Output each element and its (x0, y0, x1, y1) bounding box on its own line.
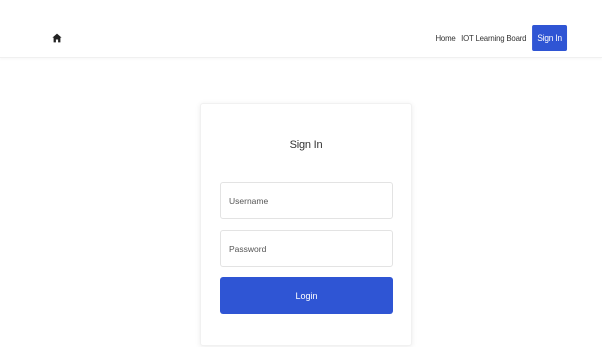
password-input[interactable] (220, 230, 393, 267)
nav-signin-button[interactable]: Sign In (531, 25, 567, 51)
login-button[interactable]: Login (220, 277, 393, 314)
username-input[interactable] (220, 182, 393, 219)
signin-title: Sign In (289, 139, 323, 151)
nav-link-home[interactable]: Home (435, 33, 455, 43)
home-icon[interactable] (52, 30, 62, 43)
top-navbar: Home IOT Learning Board Sign In (0, 0, 602, 58)
nav-link-iot-learning-board[interactable]: IOT Learning Board (461, 33, 526, 43)
main-nav: Home IOT Learning Board Sign In (435, 25, 567, 51)
signin-card: Sign In Login (200, 103, 412, 346)
